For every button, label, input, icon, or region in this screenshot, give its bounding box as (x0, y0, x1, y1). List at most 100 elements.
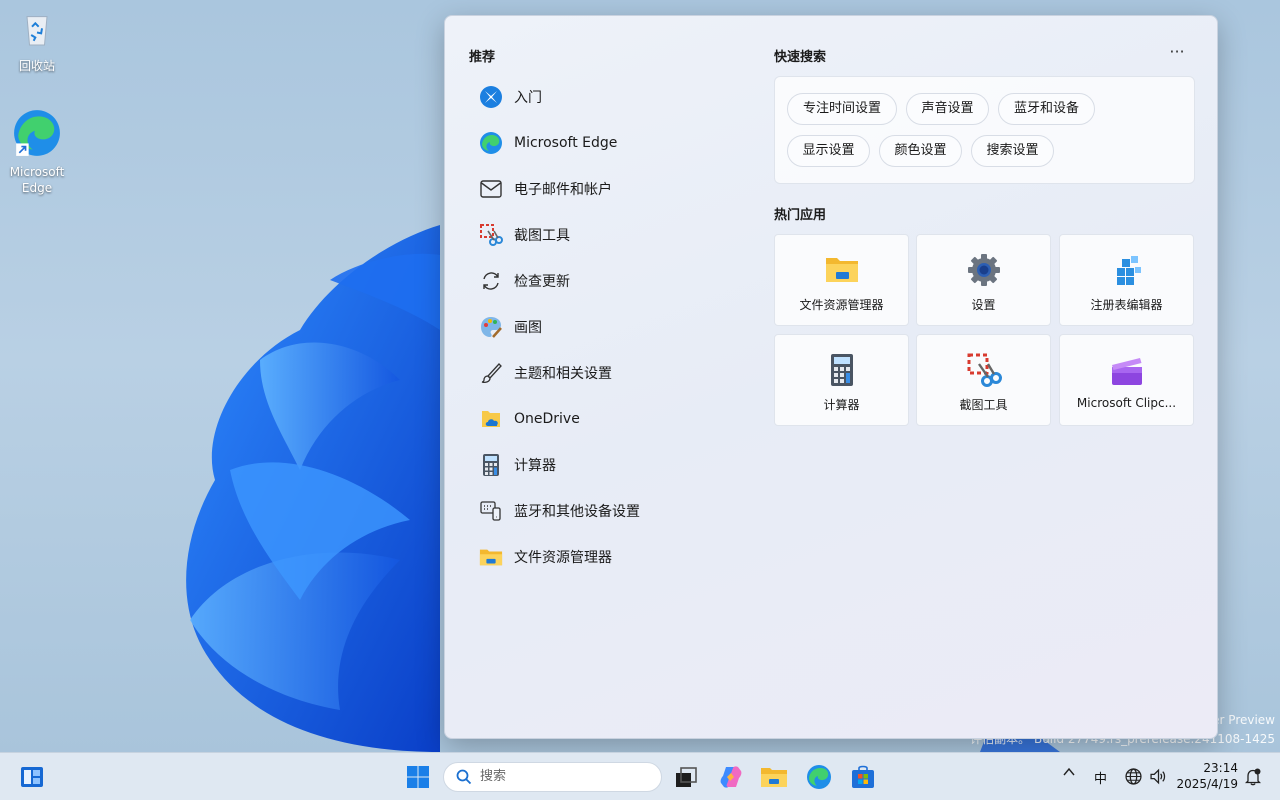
quick-search-pill-display[interactable]: 显示设置 (787, 135, 870, 167)
folder-icon (825, 258, 858, 282)
quick-search-pill-bluetooth[interactable]: 蓝牙和设备 (998, 93, 1095, 125)
desktop-icon-label: Microsoft Edge (9, 165, 65, 195)
recommended-title: 推荐 (469, 50, 496, 65)
recommended-item-label: 计算器 (514, 458, 556, 474)
recycle-bin-icon (26, 16, 48, 46)
recommended-item-paint[interactable]: 画图 (469, 304, 759, 350)
calculator-icon (479, 453, 503, 477)
quick-search-pill-focus[interactable]: 专注时间设置 (787, 93, 897, 125)
start-button[interactable] (402, 761, 434, 793)
hot-apps-title: 热门应用 (774, 208, 827, 223)
app-tile-settings[interactable]: 设置 (916, 234, 1051, 326)
desktop-icon-edge[interactable]: Microsoft Edge (4, 108, 70, 196)
brush-icon (479, 361, 503, 385)
recommended-item-themes[interactable]: 主题和相关设置 (469, 350, 759, 396)
recommended-item-label: 检查更新 (514, 274, 570, 290)
recommended-item-label: 截图工具 (514, 228, 570, 244)
edge-shortcut-icon (14, 110, 60, 156)
clock-date: 2025/4/19 (1176, 777, 1238, 791)
devices-icon (479, 499, 503, 523)
recommended-item-label: Microsoft Edge (514, 135, 618, 151)
refresh-icon (479, 269, 503, 293)
recommended-item-label: 电子邮件和帐户 (514, 182, 612, 198)
recommended-item-check-updates[interactable]: 检查更新 (469, 258, 759, 304)
app-tile-label: 计算器 (823, 398, 860, 412)
recommended-item-label: 画图 (514, 320, 542, 336)
recommended-item-onedrive[interactable]: OneDrive (469, 396, 759, 442)
copilot-button[interactable] (715, 761, 747, 793)
store-button[interactable] (847, 761, 879, 793)
recommended-item-get-started[interactable]: 入门 (469, 74, 759, 120)
windows-start-icon (407, 766, 429, 788)
search-icon (456, 769, 472, 785)
paint-icon (479, 315, 503, 339)
recommended-item-bluetooth-devices[interactable]: 蓝牙和其他设备设置 (469, 488, 759, 534)
quick-search-panel: 专注时间设置 声音设置 蓝牙和设备 显示设置 颜色设置 搜索设置 (774, 76, 1195, 184)
app-tile-label: 注册表编辑器 (1090, 298, 1163, 312)
calculator-icon (830, 354, 853, 386)
task-view-icon (676, 767, 697, 787)
ime-indicator[interactable]: 中 (1094, 768, 1107, 787)
watermark-edition: er Preview (1212, 713, 1275, 727)
edge-icon (479, 131, 503, 155)
store-icon (852, 765, 874, 788)
app-tile-label: 文件资源管理器 (799, 298, 884, 312)
recommended-item-label: 蓝牙和其他设备设置 (514, 504, 640, 520)
task-view-button[interactable] (670, 761, 702, 793)
quick-search-pill-color[interactable]: 颜色设置 (879, 135, 962, 167)
recommended-item-label: OneDrive (514, 411, 580, 427)
recommended-list: 入门 Microsoft Edge 电子邮件和帐户 截图工具 检查更新 画图 主… (469, 74, 759, 580)
quick-search-title: 快速搜索 (774, 50, 827, 65)
app-tile-snipping-tool[interactable]: 截图工具 (916, 334, 1051, 426)
taskbar-search-box[interactable]: 搜索 (443, 762, 662, 792)
recommended-item-calculator[interactable]: 计算器 (469, 442, 759, 488)
clock[interactable]: 23:14 2025/4/19 (1172, 760, 1238, 792)
onedrive-icon (479, 407, 503, 431)
recommended-item-mail-accounts[interactable]: 电子邮件和帐户 (469, 166, 759, 212)
snipping-tool-icon (967, 353, 1002, 387)
recommended-item-file-explorer[interactable]: 文件资源管理器 (469, 534, 759, 580)
widgets-icon (21, 767, 43, 787)
app-tile-label: Microsoft Clipc... (1076, 396, 1177, 410)
app-tile-clipchamp[interactable]: Microsoft Clipc... (1059, 334, 1194, 426)
volume-button[interactable] (1150, 768, 1167, 789)
network-button[interactable] (1125, 768, 1142, 789)
app-tile-file-explorer[interactable]: 文件资源管理器 (774, 234, 909, 326)
chevron-up-icon (1063, 767, 1075, 776)
recommended-item-label: 文件资源管理器 (514, 550, 612, 566)
snipping-tool-icon (479, 223, 503, 247)
start-menu: 推荐 入门 Microsoft Edge 电子邮件和帐户 截图工具 检查更新 画… (444, 15, 1218, 739)
show-hidden-icons-button[interactable] (1062, 765, 1076, 783)
app-tile-registry-editor[interactable]: 注册表编辑器 (1059, 234, 1194, 326)
clock-time: 23:14 (1203, 761, 1238, 775)
desktop-icon-recycle-bin[interactable]: 回收站 (4, 8, 70, 74)
search-placeholder: 搜索 (480, 769, 507, 784)
globe-icon (1125, 768, 1142, 785)
edge-button[interactable] (803, 761, 835, 793)
quick-search-pill-sound[interactable]: 声音设置 (906, 93, 989, 125)
edge-icon (807, 765, 831, 789)
speaker-icon (1150, 768, 1166, 785)
registry-editor-icon (1116, 256, 1141, 285)
widgets-button[interactable] (16, 761, 48, 793)
clipchamp-icon (1111, 358, 1142, 385)
file-explorer-button[interactable] (758, 761, 790, 793)
app-tile-label: 设置 (971, 298, 996, 312)
folder-icon (479, 545, 503, 569)
mail-icon (479, 177, 503, 201)
app-tile-calculator[interactable]: 计算器 (774, 334, 909, 426)
recommended-item-label: 主题和相关设置 (514, 366, 612, 382)
gear-icon (967, 254, 1000, 286)
app-tile-label: 截图工具 (959, 398, 1008, 412)
recommended-item-edge[interactable]: Microsoft Edge (469, 120, 759, 166)
recommended-item-label: 入门 (514, 90, 542, 106)
notification-button[interactable] (1244, 768, 1262, 790)
recommended-item-snipping-tool[interactable]: 截图工具 (469, 212, 759, 258)
more-options-button[interactable]: ··· (1165, 44, 1189, 66)
notification-bell-icon (1244, 768, 1262, 786)
file-explorer-icon (761, 768, 787, 787)
get-started-icon (479, 85, 503, 109)
taskbar: 搜索 中 23:14 2025/4/19 (0, 752, 1280, 800)
desktop-icon-label: 回收站 (18, 59, 55, 73)
quick-search-pill-search[interactable]: 搜索设置 (971, 135, 1054, 167)
